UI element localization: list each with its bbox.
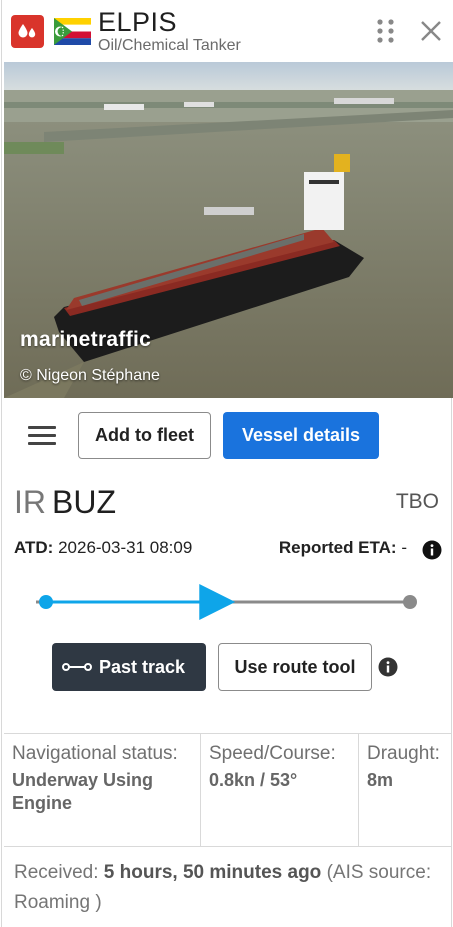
eta-label: Reported ETA:	[278, 538, 397, 557]
route-tool-button[interactable]: Use route tool	[218, 643, 372, 691]
received-time: 5 hours, 50 minutes ago	[103, 862, 322, 883]
add-to-fleet-button[interactable]: Add to fleet	[78, 412, 211, 459]
ais-source-value: Roaming )	[14, 892, 102, 913]
nav-status-label: Navigational status:	[12, 743, 178, 764]
eta-info-icon[interactable]	[422, 540, 442, 560]
comoros-flag-icon	[54, 18, 91, 45]
vessel-panel: ELPIS Oil/Chemical Tanker marinetraffic …	[1, 0, 453, 927]
destination-dot	[403, 595, 417, 609]
departure-port-code: BUZ	[52, 484, 116, 520]
received-info: Received: 5 hours, 50 minutes ago (AIS s…	[14, 858, 444, 918]
atd-row: ATD: 2026-03-31 08:09	[14, 538, 192, 558]
ais-source-label: (AIS source:	[326, 862, 432, 883]
vessel-type: Oil/Chemical Tanker	[98, 37, 241, 54]
draught-cell: Draught: 8m	[359, 734, 451, 847]
past-track-label: Past track	[99, 657, 186, 677]
speed-course-label: Speed/Course:	[209, 743, 336, 764]
destination-port[interactable]: TBO	[396, 490, 439, 514]
photo-credit: © Nigeon Stéphane	[20, 367, 160, 384]
draught-label: Draught:	[367, 743, 440, 764]
atd-value: 2026-03-31 08:09	[58, 538, 193, 557]
vessel-name: ELPIS	[98, 7, 178, 37]
vessel-details-button[interactable]: Vessel details	[223, 412, 379, 459]
origin-dot	[39, 595, 53, 609]
past-track-button[interactable]: Past track	[52, 643, 206, 691]
close-icon[interactable]	[418, 18, 444, 44]
drag-handle-icon[interactable]	[375, 18, 397, 44]
speed-course-cell: Speed/Course: 0.8kn / 53°	[201, 734, 359, 847]
nav-status-cell: Navigational status: Underway Using Engi…	[4, 734, 201, 847]
tanker-drop-icon	[11, 15, 44, 48]
hamburger-menu-icon[interactable]	[28, 426, 56, 446]
received-label: Received:	[14, 862, 99, 883]
vessel-photo[interactable]: marinetraffic © Nigeon Stéphane	[4, 62, 453, 398]
draught-value: 8m	[367, 770, 394, 790]
track-path-icon	[62, 663, 92, 671]
speed-course-value: 0.8kn / 53°	[209, 770, 298, 790]
route-info-icon[interactable]	[378, 657, 398, 677]
eta-row: Reported ETA: -	[279, 538, 407, 558]
panel-header: ELPIS Oil/Chemical Tanker	[2, 0, 453, 62]
vessel-position-arrow-icon	[199, 584, 236, 620]
eta-value: -	[401, 538, 407, 557]
photo-watermark: marinetraffic	[20, 328, 152, 351]
departure-port[interactable]: IR BUZ	[14, 484, 116, 520]
vessel-info-grid: Navigational status: Underway Using Engi…	[4, 733, 451, 847]
nav-status-value: Underway Using Engine	[12, 770, 154, 813]
departure-country: IR	[14, 484, 46, 520]
atd-label: ATD:	[14, 538, 54, 557]
voyage-progress	[36, 580, 421, 624]
